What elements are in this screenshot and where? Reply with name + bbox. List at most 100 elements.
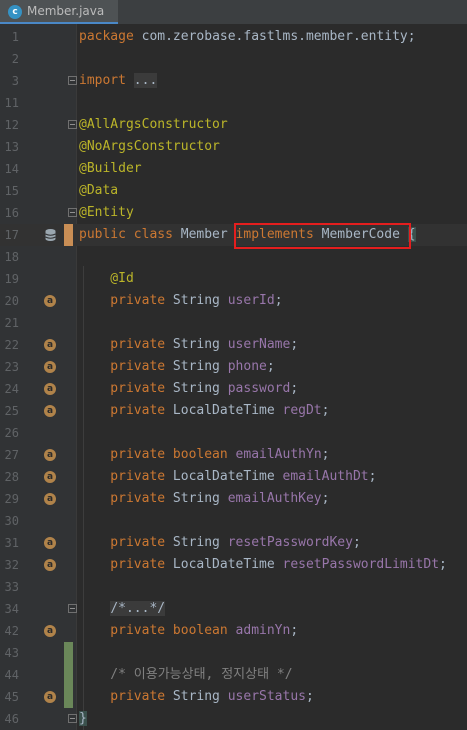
code-line[interactable]: 14 @Builder bbox=[0, 158, 467, 180]
code-line[interactable]: 24 a private String password; bbox=[0, 378, 467, 400]
code-text: @NoArgsConstructor bbox=[79, 136, 220, 158]
code-editor[interactable]: 1 package com.zerobase.fastlms.member.ent… bbox=[0, 24, 467, 730]
code-token: String bbox=[172, 359, 228, 374]
code-line[interactable]: 2 bbox=[0, 48, 467, 70]
code-line[interactable]: 30 bbox=[0, 510, 467, 532]
line-number: 3 bbox=[11, 74, 19, 88]
code-token: private bbox=[79, 623, 173, 638]
code-token: ; bbox=[439, 557, 447, 572]
code-line[interactable]: 25 a private LocalDateTime regDt; bbox=[0, 400, 467, 422]
code-text: private String emailAuthKey; bbox=[79, 488, 329, 510]
line-number: 2 bbox=[11, 52, 19, 66]
code-token: String bbox=[172, 491, 228, 506]
code-line[interactable]: 42 a private boolean adminYn; bbox=[0, 620, 467, 642]
code-line[interactable]: 23 a private String phone; bbox=[0, 356, 467, 378]
code-text: private String phone; bbox=[79, 356, 275, 378]
fold-toggle-icon[interactable] bbox=[68, 604, 77, 613]
code-line[interactable]: 43 bbox=[0, 642, 467, 664]
field-icon[interactable]: a bbox=[44, 493, 56, 505]
code-line[interactable]: 26 bbox=[0, 422, 467, 444]
field-icon[interactable]: a bbox=[44, 537, 56, 549]
code-token: resetPasswordKey bbox=[227, 535, 353, 550]
line-number: 31 bbox=[4, 536, 19, 550]
code-line[interactable]: 28 a private LocalDateTime emailAuthDt; bbox=[0, 466, 467, 488]
code-line[interactable]: 27 a private boolean emailAuthYn; bbox=[0, 444, 467, 466]
line-number: 14 bbox=[4, 162, 19, 176]
code-token: LocalDateTime bbox=[172, 403, 283, 418]
code-text: private String resetPasswordKey; bbox=[79, 532, 360, 554]
line-number: 22 bbox=[4, 338, 19, 352]
code-line[interactable]: 33 bbox=[0, 576, 467, 598]
code-token: @Id bbox=[79, 271, 134, 286]
code-text: private String userName; bbox=[79, 334, 298, 356]
code-line[interactable]: 21 bbox=[0, 312, 467, 334]
code-token: public class bbox=[79, 227, 181, 242]
field-icon[interactable]: a bbox=[44, 339, 56, 351]
code-token: ; bbox=[266, 359, 275, 374]
line-number: 46 bbox=[4, 712, 19, 726]
fold-toggle-icon[interactable] bbox=[68, 120, 77, 129]
code-token: private bbox=[79, 447, 173, 462]
line-number: 1 bbox=[11, 30, 19, 44]
field-icon[interactable]: a bbox=[44, 405, 56, 417]
code-line[interactable]: 15 @Data bbox=[0, 180, 467, 202]
code-token: ; bbox=[368, 469, 377, 484]
code-token: userStatus bbox=[227, 689, 306, 704]
field-icon[interactable]: a bbox=[44, 449, 56, 461]
field-icon[interactable]: a bbox=[44, 383, 56, 395]
code-text: @AllArgsConstructor bbox=[79, 114, 228, 136]
code-text: private LocalDateTime resetPasswordLimit… bbox=[79, 554, 447, 576]
code-line[interactable]: 45 a private String userStatus; bbox=[0, 686, 467, 708]
change-marker-modified[interactable] bbox=[64, 224, 73, 246]
code-token: Member bbox=[180, 227, 236, 242]
code-line[interactable]: 19 @Id bbox=[0, 268, 467, 290]
change-marker-added[interactable] bbox=[64, 686, 73, 708]
line-number: 42 bbox=[4, 624, 19, 638]
code-line[interactable]: 16 @Entity bbox=[0, 202, 467, 224]
code-line[interactable]: 22 a private String userName; bbox=[0, 334, 467, 356]
tab-member-java[interactable]: c Member.java bbox=[0, 0, 118, 24]
code-line[interactable]: 13 @NoArgsConstructor bbox=[0, 136, 467, 158]
code-token: import bbox=[79, 73, 134, 88]
field-icon[interactable]: a bbox=[44, 625, 56, 637]
code-line[interactable]: 31 a private String resetPasswordKey; bbox=[0, 532, 467, 554]
highlight-box bbox=[234, 223, 411, 249]
fold-toggle-icon[interactable] bbox=[68, 714, 77, 723]
code-line[interactable]: 1 package com.zerobase.fastlms.member.ent… bbox=[0, 26, 467, 48]
field-icon[interactable]: a bbox=[44, 559, 56, 571]
code-token: private bbox=[79, 381, 173, 396]
code-line[interactable]: 29 a private String emailAuthKey; bbox=[0, 488, 467, 510]
code-token: emailAuthYn bbox=[235, 447, 322, 462]
code-line[interactable]: 44 /* 이용가능상태, 정지상태 */ bbox=[0, 664, 467, 686]
code-text: private LocalDateTime regDt; bbox=[79, 400, 329, 422]
code-token: @Entity bbox=[79, 205, 134, 220]
code-line[interactable]: 20 a private String userId; bbox=[0, 290, 467, 312]
fold-toggle-icon[interactable] bbox=[68, 76, 77, 85]
field-icon[interactable]: a bbox=[44, 471, 56, 483]
code-text: private String userId; bbox=[79, 290, 282, 312]
code-line[interactable]: 46} bbox=[0, 708, 467, 730]
code-text: @Data bbox=[79, 180, 118, 202]
change-marker-added[interactable] bbox=[64, 642, 73, 664]
code-token: ; bbox=[321, 447, 330, 462]
change-marker-added[interactable] bbox=[64, 664, 73, 686]
field-icon[interactable]: a bbox=[44, 361, 56, 373]
tab-label: Member.java bbox=[27, 4, 105, 18]
code-token: String bbox=[172, 535, 228, 550]
code-line[interactable]: 3 import ... bbox=[0, 70, 467, 92]
fold-toggle-icon[interactable] bbox=[68, 208, 77, 217]
database-icon[interactable] bbox=[44, 228, 57, 242]
code-line[interactable]: 18 bbox=[0, 246, 467, 268]
code-token: ; bbox=[321, 403, 330, 418]
code-line[interactable]: 11 bbox=[0, 92, 467, 114]
line-number: 45 bbox=[4, 690, 19, 704]
code-token: @Data bbox=[79, 183, 119, 198]
line-number: 18 bbox=[4, 250, 19, 264]
field-icon[interactable]: a bbox=[44, 691, 56, 703]
code-line[interactable]: 12 @AllArgsConstructor bbox=[0, 114, 467, 136]
code-text: /*...*/ bbox=[79, 598, 166, 620]
code-line[interactable]: 32 a private LocalDateTime resetPasswordL… bbox=[0, 554, 467, 576]
code-line[interactable]: 34 /*...*/ bbox=[0, 598, 467, 620]
field-key-icon[interactable]: a bbox=[44, 295, 56, 307]
code-token: userId bbox=[227, 293, 275, 308]
